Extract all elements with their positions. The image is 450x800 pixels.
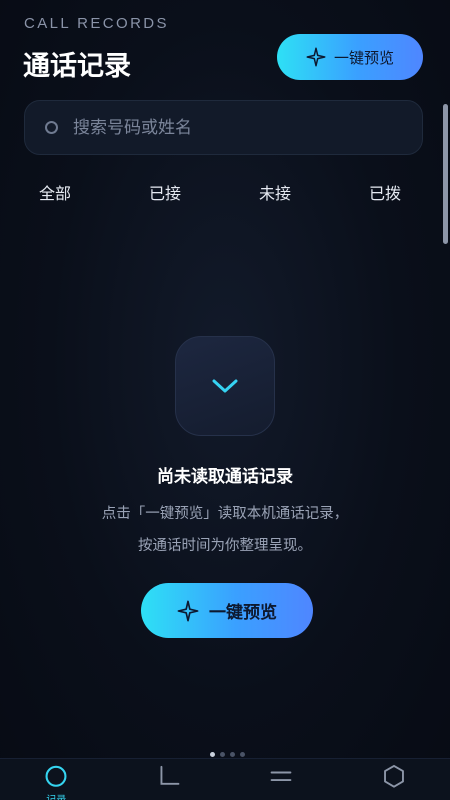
search-bar[interactable] [24,100,423,155]
page-dot [220,752,225,757]
preview-cta-label: 一键预览 [209,603,277,623]
page-dot [240,752,245,757]
nav-item-2[interactable] [113,759,226,800]
nav-item-3[interactable] [225,759,338,800]
preview-button-label: 一键预览 [333,48,394,67]
page-indicator [210,752,245,757]
nav-item-4[interactable] [338,759,450,800]
search-input[interactable] [73,117,373,138]
corner-icon [160,765,180,785]
filter-tabs: 全部 已接 未接 已拨 [0,178,440,212]
empty-state-description-line2: 按通话时间为你整理呈现。 [138,538,312,554]
tab-dialed[interactable]: 已拨 [330,178,440,212]
sparkle-icon [306,47,326,67]
page-dot [230,752,235,757]
preview-cta-button[interactable]: 一键预览 [141,583,313,638]
chevron-down-icon [212,379,238,393]
page-title: 通话记录 [23,51,131,82]
search-icon [45,121,58,134]
nav-item-records[interactable]: 记录 [0,759,113,800]
empty-state-title: 尚未读取通话记录 [157,467,293,487]
empty-state-icon-box [175,336,275,436]
hexagon-icon [383,764,404,788]
empty-state-description-line1: 点击「一键预览」读取本机通话记录， [101,506,349,522]
page-dot-active [210,752,215,757]
sparkle-icon [177,600,199,621]
bottom-navigation: 记录 [0,758,450,800]
scrollbar[interactable] [443,104,448,244]
tab-all[interactable]: 全部 [0,178,110,212]
menu-lines-icon [270,771,292,782]
tab-answered[interactable]: 已接 [110,178,220,212]
section-kicker: CALL RECORDS [24,15,169,32]
circle-icon [45,765,67,787]
nav-label-records: 记录 [46,791,66,800]
tab-missed[interactable]: 未接 [220,178,330,212]
preview-button[interactable]: 一键预览 [277,34,423,80]
